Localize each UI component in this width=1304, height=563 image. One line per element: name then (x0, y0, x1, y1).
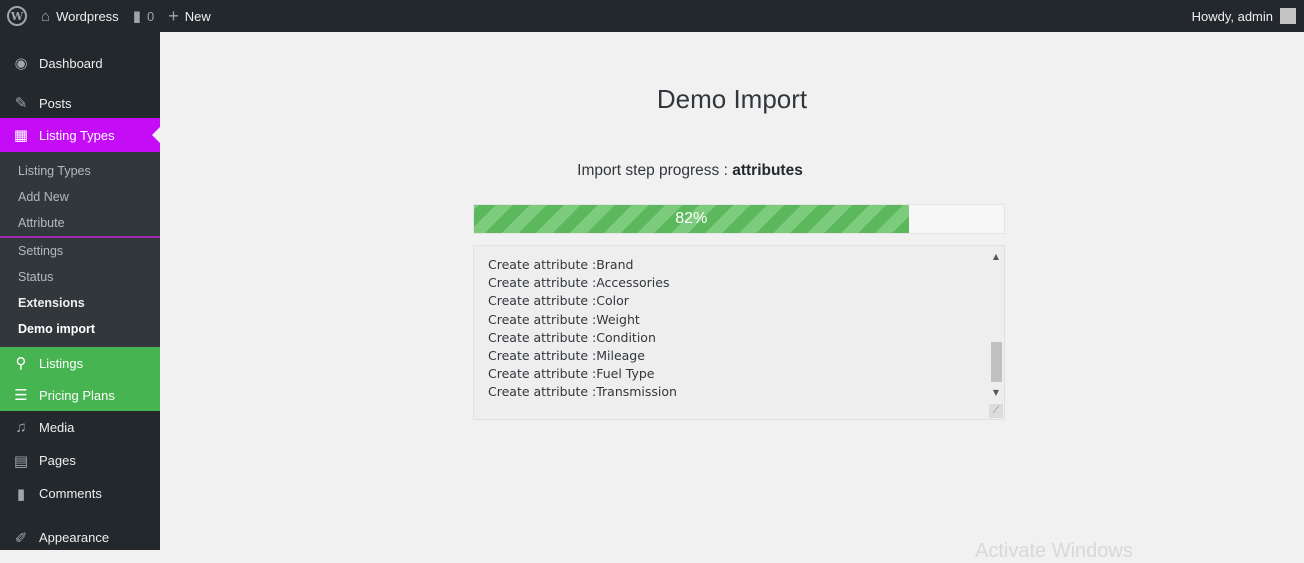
sidebar-item-label: Comments (39, 486, 102, 501)
log-line: Create attribute :Fuel Type (488, 366, 655, 382)
comment-icon: ▮ (16, 485, 26, 503)
scroll-down-arrow-icon[interactable]: ▼ (989, 386, 1003, 400)
wordpress-logo-icon: W (7, 6, 27, 26)
wordpress-logo-menu[interactable]: W (0, 0, 34, 32)
sidebar-item-appearance[interactable]: ✐ Appearance (0, 510, 160, 547)
home-icon: ⌂ (41, 7, 51, 25)
comment-bubble-icon: ▮ (132, 8, 141, 25)
log-line: Create attribute :Mileage (488, 348, 645, 364)
listing-types-icon: ▦ (13, 127, 29, 144)
progress-bar: 82% (473, 204, 1005, 234)
sidebar-item-label: Pricing Plans (39, 387, 115, 403)
sidebar-item-comments[interactable]: ▮ Comments (0, 477, 160, 510)
submenu-settings[interactable]: Settings (0, 238, 160, 264)
submenu-status[interactable]: Status (0, 264, 160, 290)
plus-icon: + (168, 5, 179, 26)
progress-prefix: Import step progress : (577, 162, 733, 179)
progress-percent: 82% (675, 210, 708, 227)
log-line: Create attribute :Accessories (488, 275, 670, 291)
comments-menu[interactable]: ▮ 0 (126, 0, 162, 32)
sidebar-item-label: Posts (39, 95, 72, 111)
new-content-menu[interactable]: + New (161, 0, 218, 32)
log-scrollbar[interactable]: ▲ ▼ (989, 246, 1003, 418)
sidebar-item-label: Dashboard (39, 55, 103, 71)
new-label: New (184, 8, 211, 24)
sidebar-item-label: Listing Types (39, 127, 115, 143)
log-line: Create attribute :Color (488, 293, 629, 309)
admin-sidebar: ◉ Dashboard ✎ Posts ▦ Listing Types List… (0, 32, 160, 550)
sidebar-item-pricing-plans[interactable]: ☰ Pricing Plans (0, 379, 160, 411)
sidebar-item-label: Listings (39, 355, 84, 371)
submenu-extensions[interactable]: Extensions (0, 290, 160, 316)
my-account-menu[interactable]: Howdy, admin (1192, 8, 1304, 24)
sidebar-item-listings[interactable]: ⚲ Listings (0, 347, 160, 379)
log-line: Create attribute :Condition (488, 329, 656, 345)
resize-grip-icon[interactable]: ⟋ (989, 404, 1003, 418)
progress-label: Import step progress : attributes (160, 162, 1220, 180)
import-log-textarea[interactable]: Create attribute :Brand Create attribute … (473, 245, 1005, 420)
log-line: Create attribute :Weight (488, 311, 640, 327)
howdy-label: Howdy, admin (1191, 8, 1273, 24)
log-line: Create attribute :Transmission (488, 384, 677, 400)
listing-types-submenu: Listing Types Add New Attribute Settings… (0, 152, 160, 347)
submenu-add-new[interactable]: Add New (0, 184, 160, 210)
location-pin-icon: ⚲ (15, 355, 27, 372)
sidebar-item-label: Appearance (39, 530, 110, 545)
dashboard-icon: ◉ (14, 55, 28, 72)
progress-step: attributes (732, 162, 803, 179)
sidebar-item-media[interactable]: ♫ Media (0, 411, 160, 444)
list-icon: ☰ (14, 387, 28, 404)
avatar (1280, 8, 1296, 24)
sidebar-item-posts[interactable]: ✎ Posts (0, 88, 160, 118)
sidebar-item-pages[interactable]: ▤ Pages (0, 444, 160, 477)
site-name-menu[interactable]: ⌂ Wordpress (34, 0, 126, 32)
scroll-thumb[interactable] (991, 342, 1002, 382)
site-name: Wordpress (56, 8, 119, 24)
sidebar-item-label: Media (39, 420, 75, 435)
brush-icon: ✐ (14, 529, 28, 547)
media-icon: ♫ (15, 419, 27, 436)
sidebar-item-label: Pages (39, 453, 76, 468)
sidebar-item-listing-types[interactable]: ▦ Listing Types (0, 118, 160, 152)
progress-fill: 82% (474, 205, 909, 233)
pages-icon: ▤ (13, 452, 29, 470)
submenu-demo-import[interactable]: Demo import (0, 316, 160, 342)
activate-windows-watermark: Activate Windows (975, 540, 1133, 562)
log-line: Create attribute :Brand (488, 257, 634, 272)
sidebar-item-dashboard[interactable]: ◉ Dashboard (0, 48, 160, 78)
pin-icon: ✎ (14, 95, 28, 112)
page-title: Demo Import (656, 84, 808, 114)
comments-count: 0 (146, 8, 155, 24)
submenu-attribute[interactable]: Attribute (0, 210, 160, 236)
submenu-listing-types[interactable]: Listing Types (0, 158, 160, 184)
scroll-up-arrow-icon[interactable]: ▲ (989, 250, 1003, 264)
main-content: Demo Import Import step progress : attri… (160, 32, 1304, 562)
admin-bar: W ⌂ Wordpress ▮ 0 + New Howdy, admin (0, 0, 1304, 32)
import-log-lines: Create attribute :Brand Create attribute … (488, 256, 677, 402)
